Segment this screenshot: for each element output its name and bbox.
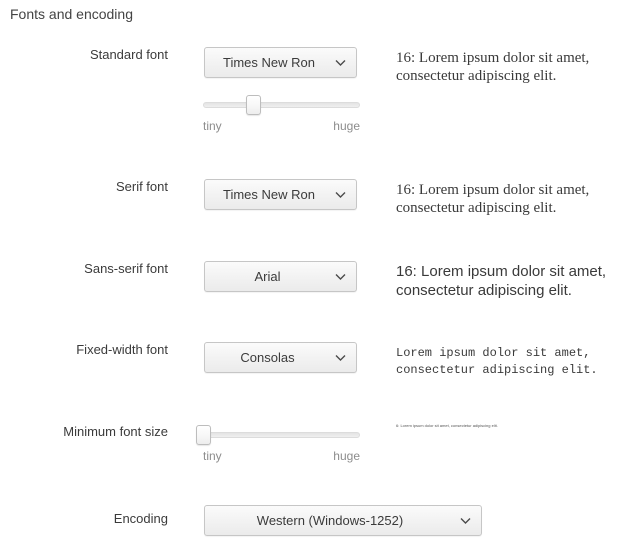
label-fixed-width-font: Fixed-width font xyxy=(76,342,168,357)
sans-serif-font-select[interactable]: Arial xyxy=(204,261,357,292)
standard-font-select[interactable]: Times New Ron xyxy=(204,47,357,78)
minimum-font-size-preview: 6: Lorem ipsum dolor sit amet, consectet… xyxy=(396,423,498,428)
label-sans-serif-font: Sans-serif font xyxy=(84,261,168,276)
serif-font-preview: 16: Lorem ipsum dolor sit amet, consecte… xyxy=(396,182,590,216)
encoding-select-value: Western (Windows-1252) xyxy=(256,513,404,528)
fonts-and-encoding-settings-pane: Fonts and encoding Standard font Times N… xyxy=(0,0,637,538)
serif-font-select[interactable]: Times New Ron xyxy=(204,179,357,210)
slider-label-min: tiny xyxy=(203,119,222,133)
sans-serif-font-select-value: Arial xyxy=(254,269,281,284)
slider-label-min: tiny xyxy=(203,449,222,463)
minimum-font-size-slider[interactable] xyxy=(196,425,360,445)
fixed-width-font-preview: Lorem ipsum dolor sit amet, consectetur … xyxy=(396,346,598,377)
chevron-down-icon xyxy=(334,343,346,372)
fixed-width-font-select-value: Consolas xyxy=(240,350,295,365)
standard-font-preview: 16: Lorem ipsum dolor sit amet, consecte… xyxy=(396,50,590,84)
label-encoding: Encoding xyxy=(113,511,168,526)
fixed-width-font-select[interactable]: Consolas xyxy=(204,342,357,373)
standard-font-size-slider[interactable] xyxy=(203,95,360,115)
label-minimum-font-size: Minimum font size xyxy=(63,424,168,439)
slider-track xyxy=(203,102,360,108)
slider-track xyxy=(203,432,360,438)
slider-thumb[interactable] xyxy=(196,425,211,445)
minimum-font-size-slider-labels: tiny huge xyxy=(203,449,360,463)
label-standard-font: Standard font xyxy=(89,47,168,62)
standard-font-select-value: Times New Ron xyxy=(223,55,315,70)
chevron-down-icon xyxy=(334,180,346,209)
chevron-down-icon xyxy=(459,506,471,535)
slider-label-max: huge xyxy=(333,449,360,463)
slider-label-max: huge xyxy=(333,119,360,133)
slider-thumb[interactable] xyxy=(246,95,262,115)
chevron-down-icon xyxy=(334,262,346,291)
page-title: Fonts and encoding xyxy=(10,6,133,22)
standard-font-size-slider-labels: tiny huge xyxy=(203,119,360,133)
label-serif-font: Serif font xyxy=(115,179,168,194)
sans-serif-font-preview: 16: Lorem ipsum dolor sit amet, consecte… xyxy=(396,263,607,299)
chevron-down-icon xyxy=(334,48,346,77)
serif-font-select-value: Times New Ron xyxy=(223,187,315,202)
encoding-select[interactable]: Western (Windows-1252) xyxy=(204,505,482,536)
